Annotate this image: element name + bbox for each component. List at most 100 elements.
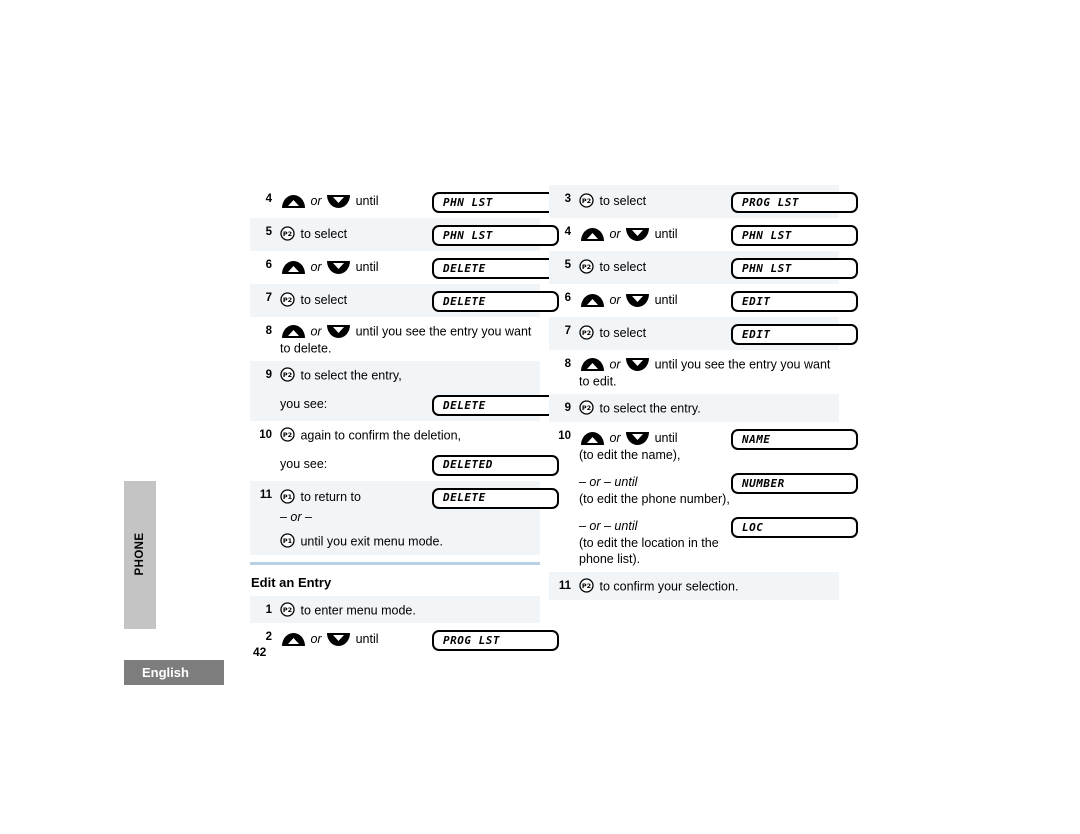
p2-button-icon[interactable]: P2: [280, 601, 295, 617]
p2-button-icon[interactable]: P2: [579, 400, 594, 416]
table-row: 1 P2 to enter menu mode.: [250, 595, 540, 624]
delete-entry-step-list: 4 or until PHN LST 5 P2 to select PHN LST 6 o…: [250, 185, 559, 555]
scroll-down-button-icon[interactable]: [326, 324, 351, 339]
step-note: (to edit the phone number),: [579, 492, 730, 507]
scroll-up-button-icon[interactable]: [281, 260, 306, 275]
lcd-display: PROG LST: [731, 192, 858, 213]
step-number: 7: [265, 292, 272, 304]
table-row: 8 or until you see the entry you want to…: [549, 350, 839, 394]
scroll-up-button-icon[interactable]: [281, 632, 306, 647]
table-row: 5 P2 to select PHN LST: [549, 251, 858, 284]
table-row: 7 P2 to select EDIT: [549, 317, 858, 350]
section-divider: [250, 561, 540, 565]
p2-button-icon[interactable]: P2: [280, 226, 295, 241]
step-number: 9: [265, 369, 272, 382]
step-instruction: P2 again to confirm the deletion,: [280, 427, 559, 444]
svg-text:P2: P2: [582, 329, 591, 337]
step-number: 5: [564, 259, 571, 271]
step-instruction: P2 to select: [280, 224, 432, 243]
step-instruction: P2 to confirm your selection.: [579, 578, 839, 595]
step-number: 10: [259, 429, 272, 442]
step-instruction: or until: [579, 290, 731, 309]
scroll-down-button-icon[interactable]: [625, 431, 650, 446]
svg-text:P2: P2: [582, 197, 591, 205]
lcd-display-name: NAME: [731, 429, 858, 451]
svg-text:P1: P1: [283, 537, 293, 545]
step-number: 6: [564, 292, 571, 304]
step-alternative-instruction: P1 until you exit menu mode.: [280, 533, 559, 550]
table-row: 3 P2 to select PROG LST: [549, 185, 858, 218]
p2-button-icon[interactable]: P2: [280, 292, 295, 307]
step-instruction: or until you see the entry you want to d…: [280, 324, 532, 356]
language-tab-label: English: [142, 665, 189, 680]
lcd-display: EDIT: [731, 291, 858, 312]
svg-text:P2: P2: [283, 230, 292, 238]
step-instruction: or until you see the entry you want to e…: [579, 357, 831, 389]
step-number: 6: [265, 259, 272, 271]
chapter-tab-label: PHONE: [134, 532, 146, 576]
step-instruction: or until: [579, 224, 731, 243]
step-number: 8: [564, 358, 571, 370]
you-see-label: you see:: [280, 397, 328, 412]
lcd-display: DELETE: [432, 291, 559, 312]
svg-text:P2: P2: [283, 431, 292, 439]
table-row: 11 P1 to return to DELETE – or – P1 until yo…: [250, 480, 559, 555]
scroll-down-button-icon[interactable]: [625, 227, 650, 242]
step-instruction: or until: [280, 629, 432, 648]
lcd-display: PHN LST: [731, 258, 858, 279]
scroll-down-button-icon[interactable]: [326, 632, 351, 647]
left-column: 4 or until PHN LST 5 P2 to select PHN LST 6 o…: [250, 185, 559, 657]
step-number: 9: [564, 402, 571, 415]
scroll-down-button-icon[interactable]: [625, 357, 650, 372]
scroll-up-button-icon[interactable]: [580, 357, 605, 372]
svg-text:P2: P2: [283, 371, 292, 379]
edit-entry-step-list: 1 P2 to enter menu mode. 2 or until PROG LS…: [250, 595, 559, 657]
lcd-display: DELETED: [432, 454, 559, 476]
table-row: 10 or until (to edit the name), NAME – or –…: [549, 422, 858, 572]
step-instruction: P2 to select: [579, 257, 731, 276]
lcd-display: PHN LST: [432, 192, 559, 213]
lcd-display: DELETE: [432, 487, 559, 509]
step-number: 5: [265, 226, 272, 238]
step-instruction: P2 to select: [579, 191, 731, 210]
p2-button-icon[interactable]: P2: [579, 193, 594, 208]
svg-text:P2: P2: [582, 582, 591, 590]
step-alternative-instruction: – or – until (to edit the phone number),: [579, 475, 730, 507]
scroll-down-button-icon[interactable]: [326, 194, 351, 209]
language-tab: English: [124, 660, 224, 685]
step-number: 3: [564, 193, 571, 205]
scroll-up-button-icon[interactable]: [281, 324, 306, 339]
lcd-display: DELETE: [432, 395, 559, 417]
scroll-up-button-icon[interactable]: [580, 431, 605, 446]
lcd-display: DELETE: [432, 258, 559, 279]
svg-text:P2: P2: [283, 296, 292, 304]
scroll-up-button-icon[interactable]: [281, 194, 306, 209]
step-number: 8: [265, 325, 272, 337]
step-number: 7: [564, 325, 571, 337]
table-row: 4 or until PHN LST: [250, 185, 559, 218]
p2-button-icon[interactable]: P2: [280, 427, 295, 442]
scroll-down-button-icon[interactable]: [326, 260, 351, 275]
scroll-up-button-icon[interactable]: [580, 293, 605, 308]
step-instruction: P2 to select the entry.: [579, 400, 839, 417]
step-instruction: P2 to select the entry,: [280, 367, 559, 384]
section-title-edit-an-entry: Edit an Entry: [251, 574, 332, 590]
p2-button-icon[interactable]: P2: [579, 325, 594, 340]
p1-button-icon[interactable]: P1: [280, 489, 295, 504]
scroll-down-button-icon[interactable]: [625, 293, 650, 308]
step-instruction: P1 to return to: [280, 487, 432, 506]
p2-button-icon[interactable]: P2: [579, 259, 594, 274]
step-number: 11: [259, 488, 272, 501]
scroll-up-button-icon[interactable]: [580, 227, 605, 242]
p2-button-icon[interactable]: P2: [579, 578, 594, 593]
lcd-display: PHN LST: [731, 225, 858, 246]
step-number: 2: [265, 631, 272, 644]
step-note: (to edit the location in the phone list)…: [579, 536, 719, 567]
step-number: 10: [558, 430, 571, 443]
p2-button-icon[interactable]: P2: [280, 367, 295, 383]
step-instruction: or until: [280, 257, 432, 276]
p1-button-icon[interactable]: P1: [280, 533, 295, 548]
step-number: 11: [558, 580, 571, 593]
edit-entry-step-list-continued: 3 P2 to select PROG LST 4 or until PHN LST 5 P…: [549, 185, 858, 601]
table-row: 7 P2 to select DELETE: [250, 284, 559, 317]
